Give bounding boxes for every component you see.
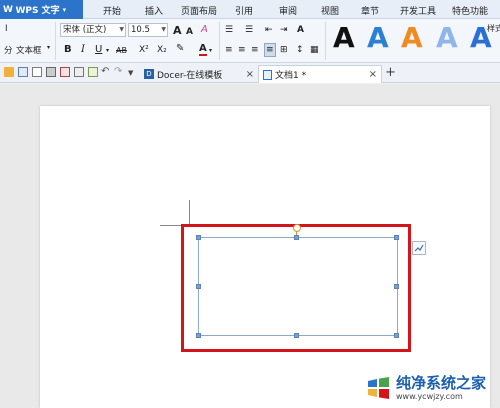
bullet-list-icon[interactable]: ☰ (225, 24, 233, 36)
new-tab-button[interactable]: + (385, 66, 396, 80)
font-color-button[interactable]: A (199, 44, 207, 56)
close-icon[interactable]: × (246, 69, 254, 80)
tab-document1-label: 文档1 * (275, 71, 307, 81)
open-folder-icon[interactable] (4, 67, 14, 77)
superscript-button[interactable]: X² (139, 44, 149, 56)
resize-handle[interactable] (394, 333, 399, 338)
grow-font-button[interactable]: A (173, 25, 182, 37)
ribbon-left-stub: I (5, 24, 8, 34)
tab-docer[interactable]: D Docer-在线模板 × (140, 65, 258, 83)
underline-button[interactable]: U (95, 44, 102, 56)
menu-page-layout[interactable]: 页面布局 (181, 4, 217, 17)
resize-handle[interactable] (196, 333, 201, 338)
menu-chapter[interactable]: 章节 (361, 4, 379, 17)
text-effect-button[interactable]: A (297, 24, 304, 36)
chevron-down-icon: ▼ (161, 26, 166, 33)
align-right-icon[interactable]: ≡ (251, 44, 259, 56)
font-size-select[interactable]: 10.5 ▼ (128, 23, 168, 37)
watermark: 纯净系统之家 www.ycwjzy.com (365, 368, 500, 408)
resize-handle[interactable] (294, 235, 299, 240)
chevron-down-icon: ▾ (106, 47, 110, 54)
indent-decrease-icon[interactable]: ⇤ (265, 24, 273, 36)
resize-handle[interactable] (394, 235, 399, 240)
clear-format-button[interactable]: A (201, 24, 208, 36)
layout-options-icon[interactable] (412, 241, 426, 255)
spell-check-icon[interactable] (88, 67, 98, 77)
line-spacing-icon[interactable]: ↕ (296, 44, 304, 56)
tab-docer-label: Docer-在线模板 (157, 70, 223, 81)
undo-icon[interactable]: ↶ (101, 66, 109, 78)
bold-button[interactable]: B (64, 44, 72, 56)
save-icon[interactable] (18, 67, 28, 77)
indent-increase-icon[interactable]: ⇥ (280, 24, 288, 36)
subscript-button[interactable]: X₂ (157, 44, 167, 56)
resize-handle[interactable] (196, 235, 201, 240)
style-sample-1[interactable]: A (333, 21, 355, 55)
layout-options-glyph (414, 244, 424, 252)
watermark-title: 纯净系统之家 (396, 374, 487, 392)
font-name-value: 宋体 (正文) (63, 25, 107, 35)
chevron-down-icon[interactable]: ▼ (128, 67, 133, 79)
rotate-handle[interactable] (293, 224, 301, 232)
divider (55, 22, 56, 60)
app-menu-button[interactable]: W WPS 文字 ▾ (0, 0, 83, 19)
watermark-url: www.ycwjzy.com (396, 392, 463, 401)
tab-bar: ↶ ↷ ▼ D Docer-在线模板 × 文档1 * × + (0, 63, 500, 83)
margin-crop-mark (189, 200, 190, 224)
font-name-select[interactable]: 宋体 (正文) ▼ (60, 23, 126, 37)
style-sample-4[interactable]: A (436, 21, 458, 55)
border-icon[interactable]: ▦ (310, 44, 319, 56)
menu-bar: W WPS 文字 ▾ 开始 插入 页面布局 引用 审阅 视图 章节 开发工具 特… (0, 0, 500, 19)
highlight-icon[interactable]: ✎ (176, 43, 184, 55)
export-pdf-icon[interactable] (60, 67, 70, 77)
chevron-down-icon: ▼ (119, 26, 124, 33)
menu-review[interactable]: 审阅 (279, 4, 297, 17)
docer-icon: D (144, 69, 154, 79)
divider (325, 22, 326, 60)
menu-home[interactable]: 开始 (103, 4, 121, 17)
strikethrough-button[interactable]: AB (116, 45, 127, 57)
paste-label[interactable]: 分 (4, 44, 13, 56)
numbered-list-icon[interactable]: ☰ (245, 24, 253, 36)
resize-handle[interactable] (196, 284, 201, 289)
document-icon (263, 69, 272, 80)
divider (219, 22, 220, 60)
font-size-value: 10.5 (131, 25, 150, 35)
tab-document1[interactable]: 文档1 * × (258, 65, 382, 83)
resize-handle[interactable] (394, 284, 399, 289)
ribbon-toolbar: I 分 文本框 ▾ 宋体 (正文) ▼ 10.5 ▼ A A A B I U ▾… (0, 19, 500, 63)
app-title: WPS 文字 (15, 6, 60, 16)
wps-logo-icon: W (3, 4, 13, 15)
new-document-icon[interactable] (32, 67, 42, 77)
chevron-down-icon: ▾ (47, 44, 51, 51)
menu-insert[interactable]: 插入 (145, 4, 163, 17)
text-box[interactable] (198, 237, 398, 336)
style-sample-2[interactable]: A (367, 21, 389, 55)
style-sample-3[interactable]: A (401, 21, 423, 55)
print-icon[interactable] (46, 67, 56, 77)
italic-button[interactable]: I (81, 44, 85, 56)
print-preview-icon[interactable] (74, 67, 84, 77)
chevron-down-icon: ▾ (209, 47, 213, 54)
menu-developer[interactable]: 开发工具 (400, 4, 436, 17)
align-left-icon[interactable]: ≡ (225, 44, 233, 56)
redo-icon[interactable]: ↷ (114, 66, 122, 78)
close-icon[interactable]: × (369, 69, 377, 80)
watermark-text: 纯净系统之家 www.ycwjzy.com (396, 374, 486, 402)
menu-references[interactable]: 引用 (235, 4, 253, 17)
menu-view[interactable]: 视图 (321, 4, 339, 17)
align-center-icon[interactable]: ≡ (238, 44, 246, 56)
textbox-button[interactable]: 文本框 (16, 44, 42, 56)
resize-handle[interactable] (294, 333, 299, 338)
distribute-icon[interactable]: ⊞ (280, 44, 288, 56)
windows-logo-icon (368, 377, 389, 399)
menu-special[interactable]: 特色功能 (452, 4, 488, 17)
justify-icon[interactable]: ≡ (264, 43, 276, 57)
ribbon-right-cut: 样式 (487, 24, 500, 33)
shrink-font-button[interactable]: A (186, 26, 193, 38)
chevron-down-icon: ▾ (62, 5, 67, 14)
